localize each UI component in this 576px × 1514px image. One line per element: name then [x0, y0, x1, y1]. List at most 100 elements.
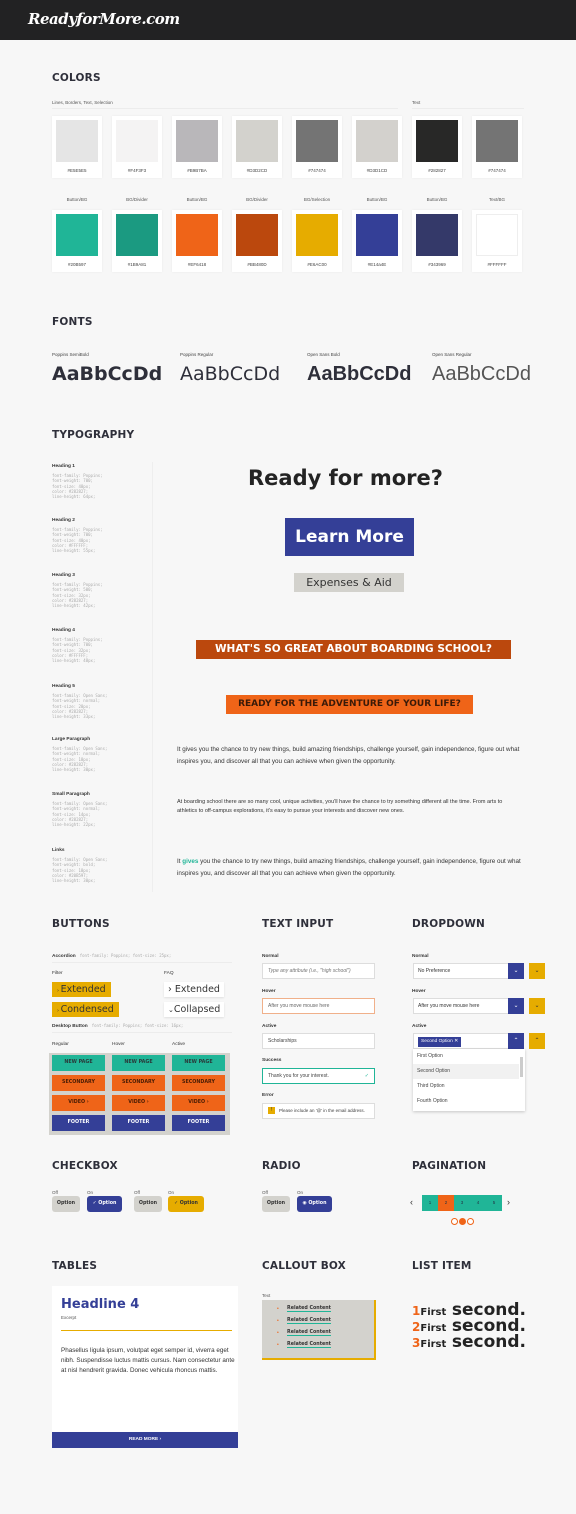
site-logo[interactable]: ReadyforMore.com [28, 10, 180, 28]
success-input[interactable]: Thank you for your interest. ✓ [262, 1068, 375, 1084]
desktop-button-regular[interactable]: NEW PAGE [52, 1055, 105, 1071]
colors-title: COLORS [52, 72, 101, 84]
dropdown-option-selected[interactable]: Second Option [413, 1064, 519, 1079]
color-chip [296, 214, 338, 256]
dropdown-options-list: First Option Second Option Third Option … [413, 1049, 525, 1111]
learn-more-button[interactable]: Learn More [285, 518, 414, 556]
color-chip [116, 120, 158, 162]
pagination-title: PAGINATION [412, 1160, 487, 1172]
callout-title: CALLOUT BOX [262, 1260, 346, 1272]
desktop-button-active[interactable]: SECONDARY [172, 1075, 225, 1091]
filter-condensed-button[interactable]: › Condensed [52, 1002, 119, 1017]
swatch-caption: Text/BG [488, 197, 505, 202]
chevron-right-icon: › [168, 984, 175, 995]
callout-link[interactable]: Related Content [287, 1342, 331, 1348]
page-button[interactable]: 4 [470, 1195, 486, 1211]
radio-on-label: On [297, 1190, 304, 1195]
faq-collapsed-button[interactable]: ⌄Collapsed [164, 1002, 225, 1017]
callout-link[interactable]: Related Content [287, 1306, 331, 1312]
input-active-label: Active [262, 1024, 277, 1029]
check-icon: ✓ [364, 1073, 369, 1079]
active-dropdown[interactable]: Second Option ✕ [413, 1033, 509, 1049]
color-chip [236, 120, 278, 162]
type-spec-code: font-family: Poppins; font-weight: 700; … [52, 473, 103, 500]
radio-off-label: Off [262, 1190, 268, 1195]
pagination-dot[interactable] [451, 1218, 458, 1225]
filter-extended-button[interactable]: › Extended [52, 982, 111, 997]
color-hex: #F4F3F3 [127, 168, 147, 173]
checkbox-off[interactable]: Option [52, 1196, 80, 1212]
page-button[interactable]: 5 [486, 1195, 502, 1211]
desktop-button-active[interactable]: FOOTER [172, 1115, 225, 1131]
desktop-button-hover[interactable]: NEW PAGE [112, 1055, 165, 1071]
next-page-button[interactable]: › [507, 1197, 510, 1207]
hover-dropdown[interactable]: After you move mouse here [413, 998, 509, 1014]
chevron-down-icon[interactable]: ⌄ [529, 998, 545, 1014]
page-button[interactable]: 3 [454, 1195, 470, 1211]
callout-link[interactable]: Related Content [287, 1318, 331, 1324]
link-text[interactable]: gives [182, 858, 198, 865]
pagination-dot[interactable] [459, 1218, 466, 1225]
chevron-up-icon[interactable]: ⌃ [508, 1033, 524, 1049]
color-swatch: #E6AC00 [292, 210, 342, 272]
checkbox-on[interactable]: ✓ Option [87, 1196, 122, 1212]
active-input[interactable]: Scholarships [262, 1033, 375, 1049]
input-error-label: Error [262, 1093, 274, 1098]
swatch-caption: BG/Selection [303, 197, 331, 202]
chevron-down-icon[interactable]: ⌄ [508, 963, 524, 979]
checkbox-on-label: On [87, 1190, 94, 1195]
dropdown-active-label: Active [412, 1024, 427, 1029]
color-hex: #747474 [308, 168, 326, 173]
swatch-caption: BG/Divider [126, 197, 148, 202]
scrollbar[interactable] [520, 1057, 523, 1077]
desktop-button-regular[interactable]: SECONDARY [52, 1075, 105, 1091]
dropdown-option[interactable]: Fourth Option [413, 1094, 519, 1109]
chevron-down-icon[interactable]: ⌄ [529, 963, 545, 979]
expenses-aid-button[interactable]: Expenses & Aid [294, 573, 404, 592]
desktop-button-regular[interactable]: VIDEO › [52, 1095, 105, 1111]
color-hex: #282827 [428, 168, 446, 173]
state-label: Active [172, 1042, 186, 1047]
pagination-dot[interactable] [467, 1218, 474, 1225]
color-hex: #343969 [428, 262, 446, 267]
dropdown-title: DROPDOWN [412, 918, 486, 930]
buttons-title: BUTTONS [52, 918, 110, 930]
faq-extended-button[interactable]: › Extended [164, 982, 224, 997]
checkbox-off[interactable]: Option [134, 1196, 162, 1212]
normal-dropdown[interactable]: No Preference [413, 963, 509, 979]
type-spec-label: Heading 4 [52, 628, 75, 633]
page-button[interactable]: 2 [438, 1195, 454, 1211]
desktop-button-hover[interactable]: VIDEO › [112, 1095, 165, 1111]
heading5-sample: READY FOR THE ADVENTURE OF YOUR LIFE? [226, 695, 473, 714]
desktop-button-label: Desktop Button font-family: Poppins; font… [52, 1023, 184, 1029]
prev-page-button[interactable]: ‹ [410, 1197, 413, 1207]
read-more-button[interactable]: READ MORE › [52, 1432, 238, 1448]
color-chip [236, 214, 278, 256]
radio-off[interactable]: Option [262, 1196, 290, 1212]
page-button[interactable]: 1 [422, 1195, 438, 1211]
chevron-up-icon[interactable]: ⌃ [529, 1033, 545, 1049]
hover-input[interactable]: After you move mouse here [262, 998, 375, 1014]
color-chip [116, 214, 158, 256]
desktop-button-hover[interactable]: SECONDARY [112, 1075, 165, 1091]
links-sample: It gives you the chance to try new thing… [177, 856, 522, 880]
error-input[interactable]: ! Please include an '@' in the email addr… [262, 1103, 375, 1119]
normal-input[interactable] [262, 963, 375, 979]
desktop-button-active[interactable]: VIDEO › [172, 1095, 225, 1111]
desktop-button-regular[interactable]: FOOTER [52, 1115, 105, 1131]
large-paragraph-sample: It gives you the chance to try new thing… [177, 746, 520, 765]
radio-on[interactable]: ◉ Option [297, 1196, 332, 1212]
dropdown-option[interactable]: First Option [413, 1049, 519, 1064]
color-swatch: #F4F3F3 [112, 116, 162, 178]
desktop-button-active[interactable]: NEW PAGE [172, 1055, 225, 1071]
callout-link[interactable]: Related Content [287, 1330, 331, 1336]
color-swatch: #D3D2CD [232, 116, 282, 178]
desktop-button-hover[interactable]: FOOTER [112, 1115, 165, 1131]
color-chip [416, 214, 458, 256]
font-label: Open Sans Bold [307, 352, 340, 357]
dropdown-option[interactable]: Third Option [413, 1079, 519, 1094]
chevron-down-icon[interactable]: ⌄ [508, 998, 524, 1014]
color-swatch: #FFFFFF [472, 210, 522, 272]
checkbox-on[interactable]: ✓ Option [168, 1196, 204, 1212]
color-hex: #D3D1CD [366, 168, 388, 173]
